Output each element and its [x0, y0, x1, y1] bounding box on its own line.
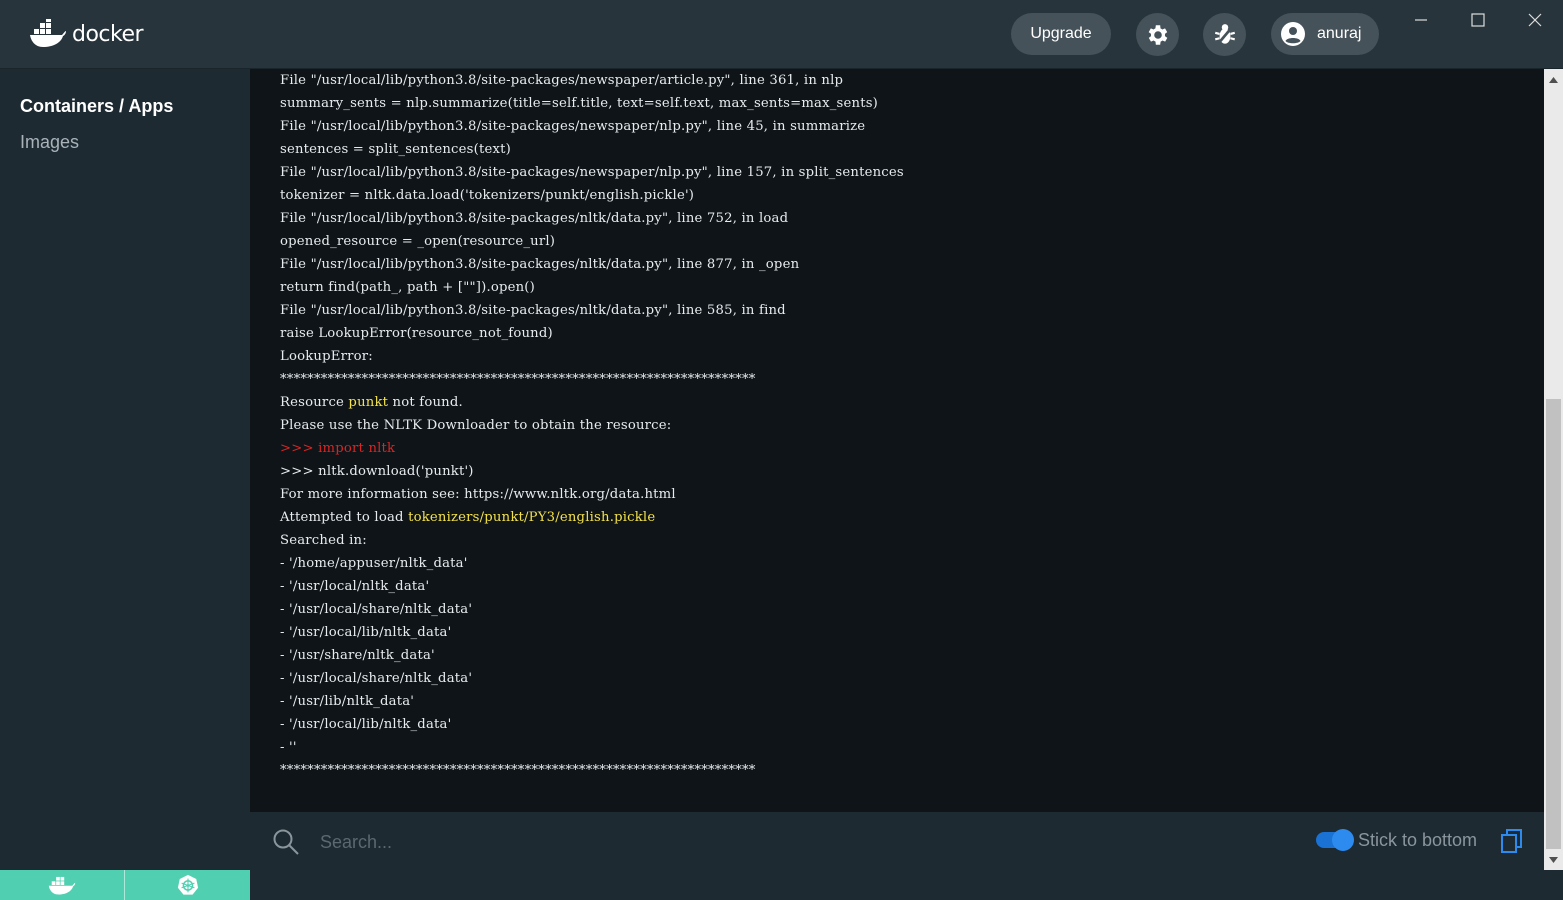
scrollbar-thumb[interactable] [1546, 399, 1561, 849]
log-separator: ****************************************… [280, 763, 756, 778]
copy-icon[interactable] [1500, 828, 1524, 854]
top-bar: docker Upgrade anuraj [0, 0, 1563, 69]
log-scrollbar[interactable] [1544, 69, 1563, 870]
user-account-button[interactable]: anuraj [1271, 13, 1379, 55]
log-line-resource-not-found: Resource punkt not found. [280, 391, 904, 414]
log-line-attempted-load: Attempted to load tokenizers/punkt/PY3/e… [280, 506, 904, 529]
search-icon [273, 829, 299, 855]
maximize-icon [1471, 13, 1485, 27]
gear-icon [1148, 24, 1167, 45]
stick-to-bottom-label: Stick to bottom [1358, 830, 1478, 850]
log-line: Searched in: [280, 533, 367, 548]
logo-text: docker [72, 21, 144, 47]
log-text: Attempted to load [280, 510, 409, 525]
log-text: not found. [388, 395, 463, 410]
scroll-down-arrow-icon [1549, 856, 1558, 863]
log-line: - '/usr/local/share/nltk_data' [280, 671, 473, 686]
sidebar: Containers / Apps Images [0, 69, 250, 870]
maximize-button[interactable] [1466, 8, 1490, 32]
log-line: - '/usr/share/nltk_data' [280, 648, 435, 663]
docker-whale-icon [48, 876, 76, 895]
log-line: opened_resource = _open(resource_url) [280, 234, 556, 249]
toggle-knob [1332, 829, 1354, 851]
log-line: - '/usr/local/lib/nltk_data' [280, 625, 452, 640]
log-text: Resource [280, 395, 349, 410]
log-line: File "/usr/local/lib/python3.8/site-pack… [280, 119, 866, 134]
log-line: File "/usr/local/lib/python3.8/site-pack… [280, 257, 800, 272]
resource-name: punkt [348, 395, 389, 410]
status-footer [0, 870, 250, 900]
settings-button[interactable] [1136, 13, 1179, 56]
sidebar-item-images[interactable]: Images [20, 132, 79, 153]
user-avatar-icon [1281, 22, 1305, 46]
sidebar-item-containers-apps[interactable]: Containers / Apps [20, 96, 173, 117]
log-line: - '/usr/local/share/nltk_data' [280, 602, 473, 617]
kubernetes-icon [177, 874, 198, 895]
log-line: sentences = split_sentences(text) [280, 142, 511, 157]
log-line: Please use the NLTK Downloader to obtain… [280, 418, 672, 433]
bottom-strip [250, 870, 1563, 900]
log-line: raise LookupError(resource_not_found) [280, 326, 553, 341]
bug-icon [1214, 23, 1235, 47]
stick-to-bottom-toggle[interactable] [1316, 829, 1354, 851]
log-line: File "/usr/local/lib/python3.8/site-pack… [280, 165, 904, 180]
user-name: anuraj [1317, 25, 1362, 42]
log-line: tokenizer = nltk.data.load('tokenizers/p… [280, 188, 695, 203]
log-line: - '/usr/lib/nltk_data' [280, 694, 415, 709]
log-line: return find(path_, path + [""]).open() [280, 280, 536, 295]
log-line: For more information see: https://www.nl… [280, 487, 676, 502]
scroll-up-arrow-icon [1549, 76, 1558, 83]
log-line: File "/usr/local/lib/python3.8/site-pack… [280, 211, 789, 226]
docker-whale-icon [30, 19, 66, 47]
log-line: - '/usr/local/nltk_data' [280, 579, 430, 594]
log-line-error: >>> import nltk [280, 441, 396, 456]
minimize-icon [1415, 19, 1427, 21]
upgrade-button[interactable]: Upgrade [1011, 13, 1111, 55]
log-line: summary_sents = nlp.summarize(title=self… [280, 96, 879, 111]
close-icon [1528, 13, 1542, 27]
container-log-output: File "/usr/local/lib/python3.8/site-pack… [250, 69, 1544, 812]
log-line: - '/home/appuser/nltk_data' [280, 556, 468, 571]
scroll-down-button[interactable] [1544, 851, 1563, 868]
log-line: File "/usr/local/lib/python3.8/site-pack… [280, 73, 844, 88]
log-line: - '' [280, 740, 297, 755]
close-button[interactable] [1523, 8, 1547, 32]
scroll-up-button[interactable] [1544, 71, 1563, 88]
search-input[interactable] [318, 826, 1022, 858]
log-line: - '/usr/local/lib/nltk_data' [280, 717, 452, 732]
log-line: LookupError: [280, 349, 373, 364]
attempted-path: tokenizers/punkt/PY3/english.pickle [408, 510, 656, 525]
log-separator: ****************************************… [280, 372, 756, 387]
minimize-button[interactable] [1409, 8, 1433, 32]
docker-logo: docker [28, 16, 144, 52]
troubleshoot-button[interactable] [1203, 13, 1246, 56]
log-line: >>> nltk.download('punkt') [280, 464, 474, 479]
kubernetes-status[interactable] [125, 870, 250, 900]
log-line: File "/usr/local/lib/python3.8/site-pack… [280, 303, 786, 318]
log-search-bar: Stick to bottom [250, 812, 1544, 870]
docker-engine-status[interactable] [0, 870, 125, 900]
